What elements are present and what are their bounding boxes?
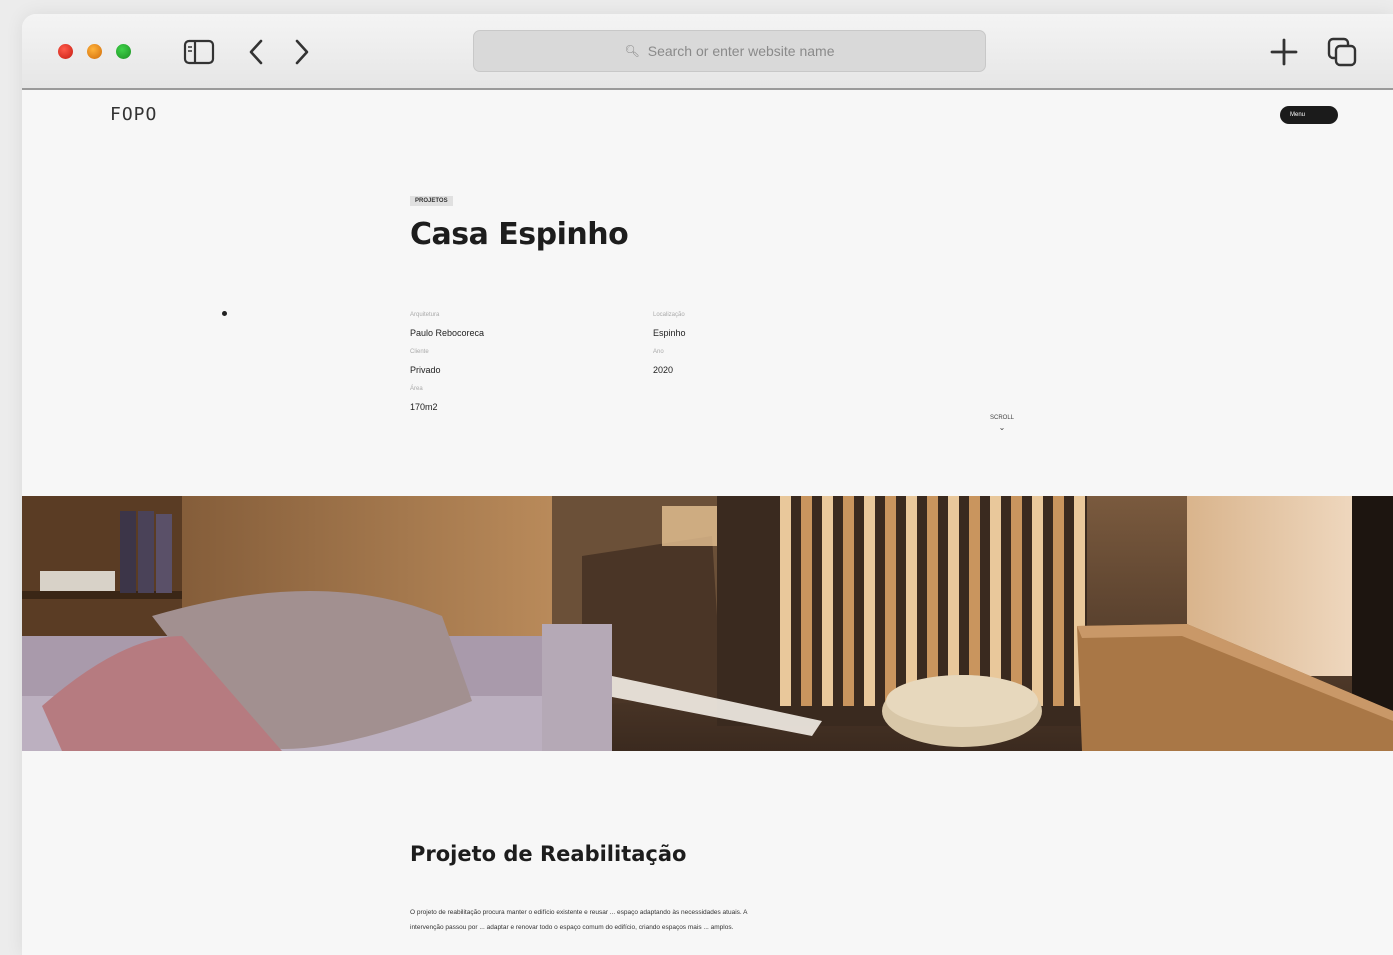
- cursor-dot: [222, 311, 227, 316]
- sidebar-icon[interactable]: [182, 36, 216, 68]
- tab-overview-icon[interactable]: [1325, 36, 1359, 68]
- meta-value-architecture: Paulo Rebocoreca: [410, 328, 485, 338]
- close-window-button[interactable]: [58, 44, 73, 59]
- meta-label-architecture: Arquitetura: [410, 312, 440, 318]
- plus-icon[interactable]: [1267, 36, 1301, 68]
- meta-value-client: Privado: [410, 365, 441, 375]
- chevron-down-icon: ⌄: [998, 423, 1006, 432]
- web-page: FOPO Menu PROJETOS Casa Espinho Arquitet…: [22, 90, 1393, 955]
- magnifier-icon: 🔍︎: [624, 44, 640, 58]
- category-badge: PROJETOS: [410, 196, 453, 206]
- browser-toolbar: 🔍︎ Search or enter website name: [22, 14, 1393, 90]
- scroll-label: SCROLL: [990, 415, 1015, 421]
- meta-value-location: Espinho: [653, 328, 686, 338]
- meta-value-year: 2020: [653, 365, 674, 375]
- section-body: O projeto de reabilitação procura manter…: [410, 909, 748, 931]
- address-bar-placeholder: Search or enter website name: [647, 43, 835, 59]
- site-logo[interactable]: FOPO: [110, 104, 157, 125]
- meta-label-year: Ano: [653, 349, 664, 355]
- menu-button[interactable]: Menu: [1280, 106, 1338, 124]
- browser-window: 🔍︎ Search or enter website name FOPO Men…: [22, 14, 1393, 955]
- meta-label-area: Área: [410, 386, 423, 392]
- minimize-window-button[interactable]: [87, 44, 102, 59]
- zoom-window-button[interactable]: [116, 44, 131, 59]
- chevron-right-icon[interactable]: [284, 36, 318, 68]
- page-title: Casa Espinho: [410, 217, 629, 252]
- hero-image: [22, 496, 1393, 751]
- meta-value-area: 170m2: [410, 402, 438, 412]
- address-bar[interactable]: 🔍︎ Search or enter website name: [473, 30, 986, 72]
- section-title: Projeto de Reabilitação: [410, 842, 687, 866]
- meta-label-client: Cliente: [410, 349, 429, 355]
- chevron-left-icon[interactable]: [240, 36, 274, 68]
- scroll-indicator[interactable]: SCROLL ⌄: [990, 415, 1014, 432]
- meta-label-location: Localização: [653, 312, 685, 318]
